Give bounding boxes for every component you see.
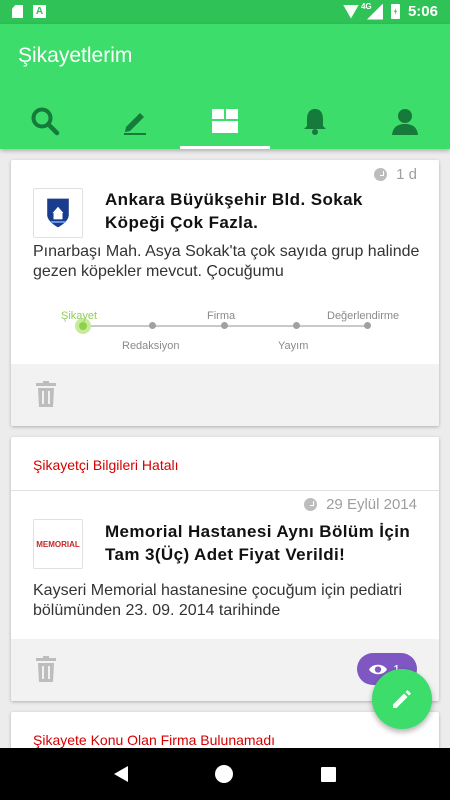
complaint-alert: Şikayetçi Bilgileri Hatalı <box>33 457 179 473</box>
sd-card-icon <box>12 5 23 18</box>
trash-icon[interactable] <box>36 381 56 407</box>
company-logo <box>33 188 83 238</box>
progress-step-dot <box>149 322 156 329</box>
complaint-description: Kayseri Memorial hastanesine çocuğum içi… <box>33 582 403 619</box>
battery-icon <box>390 4 400 19</box>
cell-signal-icon: 4G <box>361 2 383 20</box>
wifi-icon <box>342 4 359 19</box>
status-bar: A 4G 5:06 <box>0 0 450 24</box>
complaint-card[interactable]: 1 d Ankara Büyükşehir Bld. Sokak Köpeği … <box>11 160 439 426</box>
complaint-description: Pınarbaşı Mah. Asya Sokak'ta çok sayıda … <box>33 243 420 280</box>
tab-search[interactable] <box>0 92 90 149</box>
progress-label-degerlendirme: Değerlendirme <box>327 310 400 322</box>
memorial-logo-text: MEMORIAL <box>36 539 80 549</box>
tab-bar <box>0 92 450 149</box>
tab-dashboard[interactable] <box>180 92 270 149</box>
recents-icon[interactable] <box>321 766 337 782</box>
progress-label-redaksiyon: Redaksiyon <box>122 340 180 352</box>
search-icon <box>31 107 60 135</box>
complaint-alert: Şikayete Konu Olan Firma Bulunamadı <box>33 732 276 748</box>
bell-icon <box>304 108 326 135</box>
tab-write[interactable] <box>90 92 180 149</box>
card-actions <box>11 364 439 426</box>
home-icon[interactable] <box>215 765 234 783</box>
edit-icon <box>393 690 411 708</box>
complaint-progress: Şikayet Redaksiyon Firma Yayım Değerlend… <box>33 288 423 352</box>
complaint-card[interactable]: Şikayetçi Bilgileri Hatalı 29 Eylül 2014… <box>11 437 439 701</box>
clock-time: 5:06 <box>407 3 438 20</box>
progress-step-dot <box>364 322 371 329</box>
app-bar: Şikayetlerim <box>0 24 450 149</box>
divider <box>11 490 439 491</box>
person-icon <box>392 108 418 135</box>
complaint-title[interactable]: Memorial Hastanesi Aynı Bölüm İçin Tam 3… <box>105 520 425 566</box>
network-type: 4G <box>360 1 372 11</box>
time-label: 1 d <box>396 166 417 183</box>
page-title: Şikayetlerim <box>18 44 133 67</box>
app-notification-icon: A <box>33 5 46 18</box>
company-logo: MEMORIAL <box>33 519 83 569</box>
clock-icon <box>304 498 318 511</box>
pencil-icon <box>124 112 146 135</box>
new-complaint-button[interactable] <box>372 669 432 729</box>
back-icon[interactable] <box>113 766 128 782</box>
progress-label-sikayet: Şikayet <box>61 310 98 322</box>
tab-notifications[interactable] <box>270 92 360 149</box>
ankara-bb-logo-icon <box>47 198 69 228</box>
progress-label-firma: Firma <box>207 310 236 322</box>
tab-profile[interactable] <box>360 92 450 149</box>
dashboard-icon <box>212 108 238 133</box>
progress-step-dot <box>293 322 300 329</box>
complaint-time: 1 d <box>374 166 417 183</box>
progress-label-yayim: Yayım <box>278 340 309 352</box>
system-nav-bar <box>0 748 450 800</box>
trash-icon[interactable] <box>36 656 56 682</box>
time-label: 29 Eylül 2014 <box>326 496 417 513</box>
complaint-time: 29 Eylül 2014 <box>304 496 417 513</box>
complaint-title[interactable]: Ankara Büyükşehir Bld. Sokak Köpeği Çok … <box>105 188 425 234</box>
progress-step-dot <box>221 322 228 329</box>
clock-icon <box>374 168 388 181</box>
